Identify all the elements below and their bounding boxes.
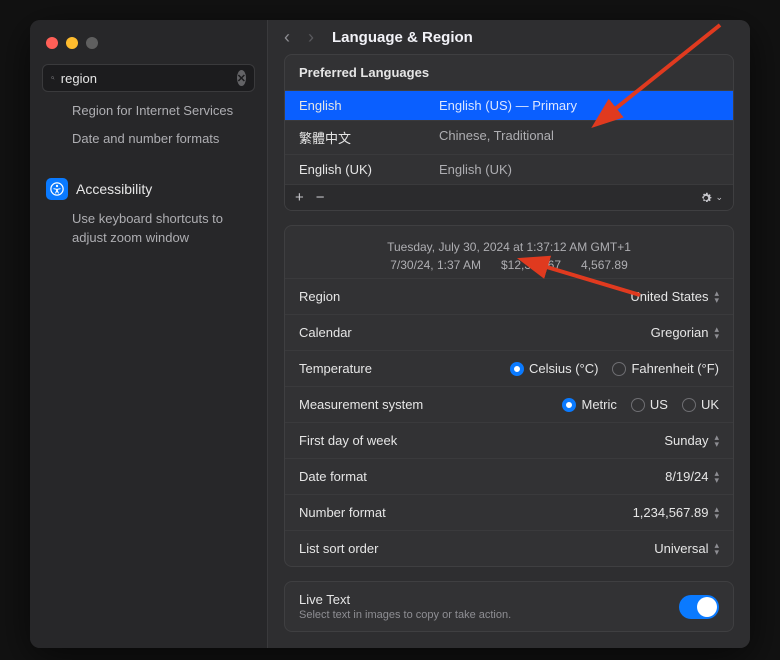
- live-text-toggle[interactable]: [679, 595, 719, 619]
- sample-long-date: Tuesday, July 30, 2024 at 1:37:12 AM GMT…: [299, 238, 719, 256]
- search-icon: [51, 71, 55, 85]
- chevron-down-icon: ⌄: [715, 192, 723, 203]
- sidebar-item-accessibility[interactable]: Accessibility: [42, 174, 255, 204]
- preferred-languages-panel: Preferred Languages EnglishEnglish (US) …: [284, 54, 734, 211]
- language-row[interactable]: 繁體中文Chinese, Traditional: [285, 121, 733, 155]
- temperature-row: Temperature Celsius (°C)Fahrenheit (°F): [285, 350, 733, 386]
- search-result-item[interactable]: Use keyboard shortcuts to adjust zoom wi…: [72, 210, 255, 246]
- stepper-icon: ▴▾: [714, 290, 719, 304]
- page-title: Language & Region: [332, 29, 473, 46]
- add-language-button[interactable]: +: [295, 189, 304, 206]
- language-description: English (US) — Primary: [439, 98, 577, 113]
- radio-icon: [612, 362, 626, 376]
- titlebar: ‹ › Language & Region: [268, 20, 750, 54]
- search-input[interactable]: [61, 71, 237, 86]
- stepper-icon: ▴▾: [714, 470, 719, 484]
- window-controls: [46, 37, 98, 49]
- zoom-window-button[interactable]: [86, 37, 98, 49]
- measurement-radios: Metric US UK: [562, 397, 719, 412]
- language-name: English: [299, 98, 439, 113]
- forward-button[interactable]: ›: [308, 27, 314, 48]
- language-options-menu[interactable]: ⌄: [699, 191, 723, 205]
- region-label: Region: [299, 289, 340, 304]
- radio-option[interactable]: US: [631, 397, 668, 412]
- radio-icon: [510, 362, 524, 376]
- region-value[interactable]: United States ▴▾: [630, 289, 719, 304]
- calendar-row[interactable]: Calendar Gregorian ▴▾: [285, 314, 733, 350]
- radio-label: UK: [701, 397, 719, 412]
- search-field[interactable]: ✕: [42, 64, 255, 92]
- language-description: Chinese, Traditional: [439, 128, 554, 147]
- close-window-button[interactable]: [46, 37, 58, 49]
- stepper-icon: ▴▾: [714, 326, 719, 340]
- radio-icon: [631, 398, 645, 412]
- language-name: 繁體中文: [299, 128, 439, 147]
- sample-short-date: 7/30/24, 1:37 AM: [390, 256, 481, 274]
- sample-number: 4,567.89: [581, 256, 628, 274]
- radio-icon: [562, 398, 576, 412]
- language-row[interactable]: English (UK)English (UK): [285, 155, 733, 184]
- language-row[interactable]: EnglishEnglish (US) — Primary: [285, 91, 733, 121]
- list-sort-row[interactable]: List sort order Universal ▴▾: [285, 530, 733, 566]
- sidebar-item-label: Accessibility: [76, 181, 152, 197]
- radio-label: Fahrenheit (°F): [631, 361, 719, 376]
- accessibility-icon: [46, 178, 68, 200]
- radio-option[interactable]: UK: [682, 397, 719, 412]
- search-result-item[interactable]: Region for Internet Services: [72, 102, 255, 120]
- radio-option[interactable]: Celsius (°C): [510, 361, 598, 376]
- preferred-languages-heading: Preferred Languages: [285, 55, 733, 91]
- radio-label: US: [650, 397, 668, 412]
- language-description: English (UK): [439, 162, 512, 177]
- gear-icon: [699, 191, 713, 205]
- radio-option[interactable]: Fahrenheit (°F): [612, 361, 719, 376]
- sample-currency: $12,345.67: [501, 256, 561, 274]
- measurement-row: Measurement system MetricUSUK: [285, 386, 733, 422]
- region-settings-panel: Tuesday, July 30, 2024 at 1:37:12 AM GMT…: [284, 225, 734, 567]
- radio-icon: [682, 398, 696, 412]
- language-name: English (UK): [299, 162, 439, 177]
- minimize-window-button[interactable]: [66, 37, 78, 49]
- live-text-title: Live Text: [299, 592, 511, 607]
- main-panel: ‹ › Language & Region Preferred Language…: [268, 20, 750, 648]
- clear-search-button[interactable]: ✕: [237, 70, 246, 86]
- sidebar: ✕ Region for Internet Services Date and …: [30, 20, 268, 648]
- region-row[interactable]: Region United States ▴▾: [285, 278, 733, 314]
- search-result-item[interactable]: Date and number formats: [72, 130, 255, 148]
- radio-option[interactable]: Metric: [562, 397, 616, 412]
- settings-window: ✕ Region for Internet Services Date and …: [30, 20, 750, 648]
- radio-label: Metric: [581, 397, 616, 412]
- stepper-icon: ▴▾: [714, 542, 719, 556]
- number-format-row[interactable]: Number format 1,234,567.89 ▴▾: [285, 494, 733, 530]
- date-format-row[interactable]: Date format 8/19/24 ▴▾: [285, 458, 733, 494]
- remove-language-button[interactable]: −: [316, 189, 325, 206]
- format-sample: Tuesday, July 30, 2024 at 1:37:12 AM GMT…: [285, 226, 733, 278]
- sidebar-subtext: Use keyboard shortcuts to adjust zoom wi…: [42, 210, 255, 256]
- back-button[interactable]: ‹: [284, 27, 290, 48]
- stepper-icon: ▴▾: [714, 434, 719, 448]
- temperature-radios: Celsius (°C) Fahrenheit (°F): [510, 361, 719, 376]
- live-text-subtitle: Select text in images to copy or take ac…: [299, 609, 511, 621]
- live-text-panel: Live Text Select text in images to copy …: [284, 581, 734, 632]
- search-results: Region for Internet Services Date and nu…: [42, 102, 255, 158]
- stepper-icon: ▴▾: [714, 506, 719, 520]
- first-day-row[interactable]: First day of week Sunday ▴▾: [285, 422, 733, 458]
- radio-label: Celsius (°C): [529, 361, 598, 376]
- language-toolbar: + − ⌄: [285, 184, 733, 210]
